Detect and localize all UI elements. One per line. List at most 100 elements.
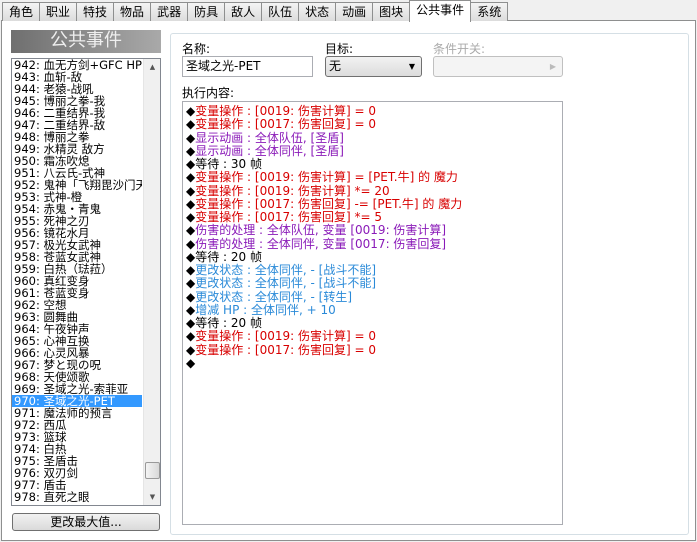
command-text: 增减 HP : 全体同伴, + 10 — [195, 302, 336, 317]
list-item[interactable]: 956: 镜花水月 — [12, 227, 142, 239]
tab-1[interactable]: 职业 — [39, 2, 78, 21]
common-event-list[interactable]: 942: 血无方剑+GFC HP 943: 血斩-敌 944: 老猿-战吼 945: … — [11, 58, 161, 506]
list-item[interactable]: 950: 霜冻吹熄 — [12, 155, 142, 167]
command-text: 等待 : 20 帧 — [195, 316, 262, 330]
list-item[interactable]: 960: 真红变身 — [12, 275, 142, 287]
command-text: 等待 : 30 帧 — [195, 157, 262, 171]
command-line[interactable]: ◆变量操作 : [0017: 伤害回复] = 0 — [186, 343, 562, 357]
list-item[interactable]: 968: 天使颂歌 — [12, 371, 142, 383]
scroll-thumb[interactable] — [145, 462, 160, 479]
list-item[interactable]: 957: 极光女武神 — [12, 239, 142, 251]
list-item[interactable]: 966: 心灵风暴 — [12, 347, 142, 359]
command-text: 变量操作 : [0019: 伤害计算] = 0 — [195, 329, 376, 344]
command-line[interactable]: ◆变量操作 : [0019: 伤害计算] *= 20 — [186, 184, 562, 198]
list-item[interactable]: 970: 圣域之光-PET — [12, 395, 142, 407]
command-text: 变量操作 : [0017: 伤害回复] -= [PET.牛] 的 魔力 — [195, 196, 463, 211]
tab-10[interactable]: 图块 — [372, 2, 411, 21]
list-item[interactable]: 974: 白热 — [12, 443, 142, 455]
target-select[interactable]: 无 ▼ — [325, 56, 422, 77]
tab-8[interactable]: 状态 — [298, 2, 337, 21]
diamond-icon: ◆ — [186, 117, 196, 132]
list-item[interactable]: 975: 圣盾击 — [12, 455, 142, 467]
list-item[interactable]: 976: 双刃剑 — [12, 467, 142, 479]
command-text: 伤害的处理 : 全体同伴, 变量 [0017: 伤害回复] — [195, 236, 447, 251]
event-commands-list[interactable]: ◆变量操作 : [0019: 伤害计算] = 0 ◆变量操作 : [0017: 伤… — [182, 101, 563, 525]
tab-9[interactable]: 动画 — [335, 2, 374, 21]
diamond-icon: ◆ — [186, 104, 196, 118]
list-item[interactable]: 977: 盾击 — [12, 479, 142, 491]
name-label: 名称: — [182, 42, 211, 56]
diamond-icon: ◆ — [186, 157, 196, 171]
list-item[interactable]: 972: 西瓜 — [12, 419, 142, 431]
list-item[interactable]: 953: 式神-橙 — [12, 191, 142, 203]
list-scrollbar[interactable]: ▲ ▼ — [143, 59, 160, 505]
command-line[interactable]: ◆ — [186, 355, 562, 370]
tab-2[interactable]: 特技 — [76, 2, 115, 21]
target-value: 无 — [329, 59, 342, 73]
tab-7[interactable]: 队伍 — [261, 2, 300, 21]
chevron-right-icon: ▶ — [549, 62, 556, 71]
list-item[interactable]: 948: 博丽之拳 — [12, 131, 142, 143]
list-item[interactable]: 949: 水精灵 敌方 — [12, 143, 142, 155]
list-item[interactable]: 963: 圆舞曲 — [12, 311, 142, 323]
list-item[interactable]: 962: 空想 — [12, 299, 142, 311]
command-text: 更改状态 : 全体同伴, - [战斗不能] — [195, 276, 377, 291]
diamond-icon: ◆ — [186, 263, 196, 277]
list-item[interactable]: 964: 午夜钟声 — [12, 323, 142, 335]
list-item[interactable]: 961: 苍蓝变身 — [12, 287, 142, 299]
list-item[interactable]: 971: 魔法师的预言 — [12, 407, 142, 419]
command-line[interactable]: ◆更改状态 : 全体同伴, - [转生] — [186, 290, 562, 304]
scroll-up-icon[interactable]: ▲ — [144, 63, 160, 71]
target-label: 目标: — [325, 42, 354, 56]
list-item[interactable]: 978: 直死之眼 — [12, 491, 142, 503]
list-item[interactable]: 959: 白热（琺菈） — [12, 263, 142, 275]
list-item[interactable]: 955: 死神之刃 — [12, 215, 142, 227]
command-line[interactable]: ◆变量操作 : [0019: 伤害计算] = [PET.牛] 的 魔力 — [186, 171, 562, 184]
command-line[interactable]: ◆变量操作 : [0019: 伤害计算] = 0 — [186, 330, 562, 343]
tab-6[interactable]: 敌人 — [224, 2, 263, 21]
scroll-down-icon[interactable]: ▼ — [144, 493, 160, 501]
list-item[interactable]: 951: 八云氏-式神 — [12, 167, 142, 179]
tab-11[interactable]: 公共事件 — [409, 0, 472, 22]
diamond-icon: ◆ — [186, 130, 196, 145]
command-text: 伤害的处理 : 全体队伍, 变量 [0019: 伤害计算] — [195, 223, 447, 238]
diamond-icon: ◆ — [186, 170, 196, 185]
diamond-icon: ◆ — [186, 196, 196, 211]
command-line[interactable]: ◆变量操作 : [0017: 伤害回复] -= [PET.牛] 的 魔力 — [186, 196, 562, 211]
tab-bar: 角色 职业 特技 物品 武器 防具 敌人 队伍 状态 动画 图块 公共事件 系统 — [2, 0, 509, 22]
list-item[interactable]: 946: 二重结界-我 — [12, 107, 142, 119]
command-line[interactable]: ◆增减 HP : 全体同伴, + 10 — [186, 302, 562, 317]
list-item[interactable]: 958: 苍蓝女武神 — [12, 251, 142, 263]
command-line[interactable]: ◆等待 : 20 帧 — [186, 250, 562, 264]
name-input[interactable]: 圣域之光-PET — [182, 56, 313, 77]
change-max-button[interactable]: 更改最大值... — [12, 513, 160, 531]
list-item[interactable]: 943: 血斩-敌 — [12, 71, 142, 83]
list-item[interactable]: 947: 二重结界-敌 — [12, 119, 142, 131]
command-line[interactable]: ◆变量操作 : [0017: 伤害回复] = 0 — [186, 118, 562, 131]
command-text: 变量操作 : [0017: 伤害回复] *= 5 — [195, 210, 382, 224]
tab-4[interactable]: 武器 — [150, 2, 189, 21]
tab-0[interactable]: 角色 — [2, 2, 41, 21]
list-item[interactable]: 952: 鬼神「飞翔毘沙门天」 — [12, 179, 142, 191]
tab-3[interactable]: 物品 — [113, 2, 152, 21]
list-item[interactable]: 965: 心神互换 — [12, 335, 142, 347]
list-item[interactable]: 973: 篮球 — [12, 431, 142, 443]
list-item[interactable]: 967: 梦と现の呪 — [12, 359, 142, 371]
list-item[interactable]: 969: 圣域之光-索菲亚 — [12, 383, 142, 395]
list-item[interactable]: 942: 血无方剑+GFC HP — [12, 59, 142, 71]
list-item[interactable]: 944: 老猿-战吼 — [12, 83, 142, 95]
command-text: 显示动画 : 全体队伍, [圣盾] — [195, 130, 344, 145]
diamond-icon: ◆ — [186, 329, 196, 344]
list-item[interactable]: 945: 博丽之拳-我 — [12, 95, 142, 107]
command-line[interactable]: ◆伤害的处理 : 全体队伍, 变量 [0019: 伤害计算] — [186, 224, 562, 237]
diamond-icon: ◆ — [186, 355, 196, 370]
tab-5[interactable]: 防具 — [187, 2, 226, 21]
diamond-icon: ◆ — [186, 143, 196, 158]
command-line[interactable]: ◆更改状态 : 全体同伴, - [战斗不能] — [186, 277, 562, 290]
command-line[interactable]: ◆伤害的处理 : 全体同伴, 变量 [0017: 伤害回复] — [186, 236, 562, 251]
command-line[interactable]: ◆显示动画 : 全体同伴, [圣盾] — [186, 143, 562, 158]
list-item[interactable]: 954: 赤鬼・青鬼 — [12, 203, 142, 215]
diamond-icon: ◆ — [186, 316, 196, 330]
tab-12[interactable]: 系统 — [470, 2, 509, 21]
command-line[interactable]: ◆显示动画 : 全体队伍, [圣盾] — [186, 130, 562, 145]
